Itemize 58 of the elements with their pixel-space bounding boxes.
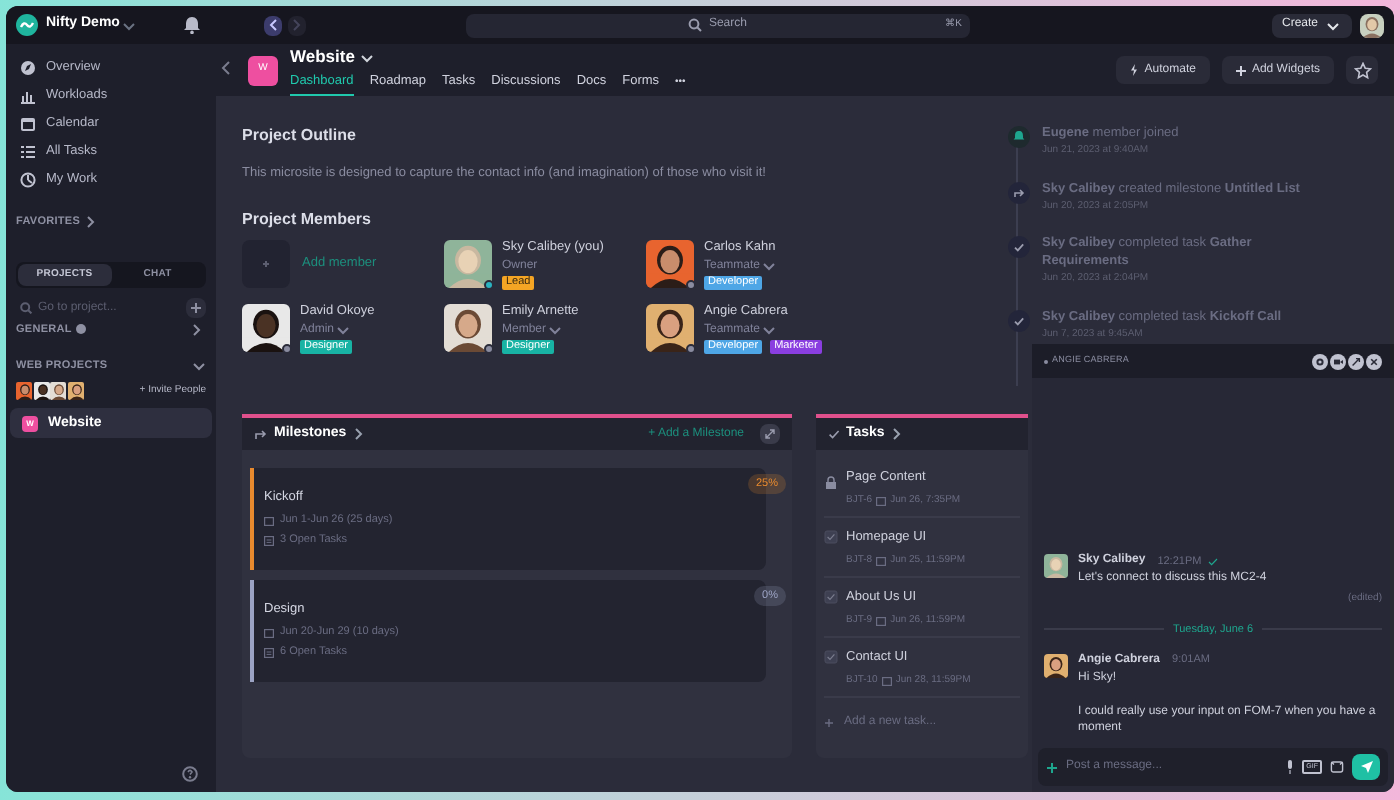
checkmark-icon <box>1008 309 1030 331</box>
caret-icon <box>1324 17 1342 33</box>
project-title: Website <box>290 44 355 70</box>
checkbox[interactable] <box>824 650 838 664</box>
send-button[interactable] <box>1352 754 1380 780</box>
microphone-icon[interactable] <box>1286 760 1295 774</box>
section-title: Project Members <box>242 207 373 232</box>
calendar-icon <box>876 496 887 506</box>
chevron-right-icon <box>890 426 903 442</box>
back-button[interactable] <box>263 15 282 35</box>
help-icon[interactable] <box>182 766 198 782</box>
caret-icon[interactable] <box>358 49 377 66</box>
bell-icon <box>1008 126 1030 148</box>
list-icon <box>20 144 36 160</box>
list-icon <box>264 536 274 546</box>
expand-icon[interactable] <box>1348 353 1364 369</box>
checkbox[interactable] <box>824 530 838 544</box>
logo-icon[interactable] <box>16 14 38 36</box>
calendar-icon <box>881 676 892 686</box>
chevron-right-icon <box>352 426 365 442</box>
lock-icon <box>824 476 838 490</box>
send-icon <box>1359 760 1373 774</box>
list-icon <box>264 648 274 658</box>
checkmark-icon <box>828 428 840 440</box>
section-title: Project Outline <box>242 124 358 148</box>
star-icon <box>1353 61 1371 79</box>
favorite-button[interactable] <box>1346 56 1378 84</box>
bolt-icon <box>1130 64 1139 76</box>
settings-icon[interactable] <box>1312 353 1328 369</box>
calendar-icon <box>876 616 887 626</box>
checkbox[interactable] <box>824 590 838 604</box>
video-icon[interactable] <box>1330 353 1346 369</box>
checkmark-icon <box>1008 236 1030 258</box>
compass-icon <box>20 60 36 76</box>
sticker-icon[interactable] <box>1330 760 1344 774</box>
clock-icon <box>20 172 36 188</box>
add-project-button[interactable] <box>186 298 206 319</box>
expand-icon <box>764 428 776 440</box>
bell-icon[interactable] <box>183 16 200 34</box>
arrow-icon <box>254 428 268 440</box>
plus-icon <box>190 302 202 315</box>
calendar-icon <box>264 627 274 638</box>
plus-icon <box>824 718 834 728</box>
plus-icon <box>1235 65 1246 75</box>
close-icon[interactable] <box>1366 353 1382 369</box>
search-icon <box>688 18 703 32</box>
chevron-left-icon <box>267 18 278 32</box>
plus-icon[interactable] <box>1046 761 1058 773</box>
chevron-right-icon <box>291 18 302 32</box>
chevron-right-icon <box>84 214 97 231</box>
search-icon <box>20 302 32 315</box>
collapse-icon[interactable] <box>220 60 232 76</box>
plus-icon <box>262 259 270 268</box>
calendar-icon <box>20 116 36 132</box>
expand-button[interactable] <box>760 424 780 444</box>
calendar-icon <box>876 556 887 566</box>
calendar-icon <box>264 515 274 526</box>
chart-icon <box>20 88 36 104</box>
